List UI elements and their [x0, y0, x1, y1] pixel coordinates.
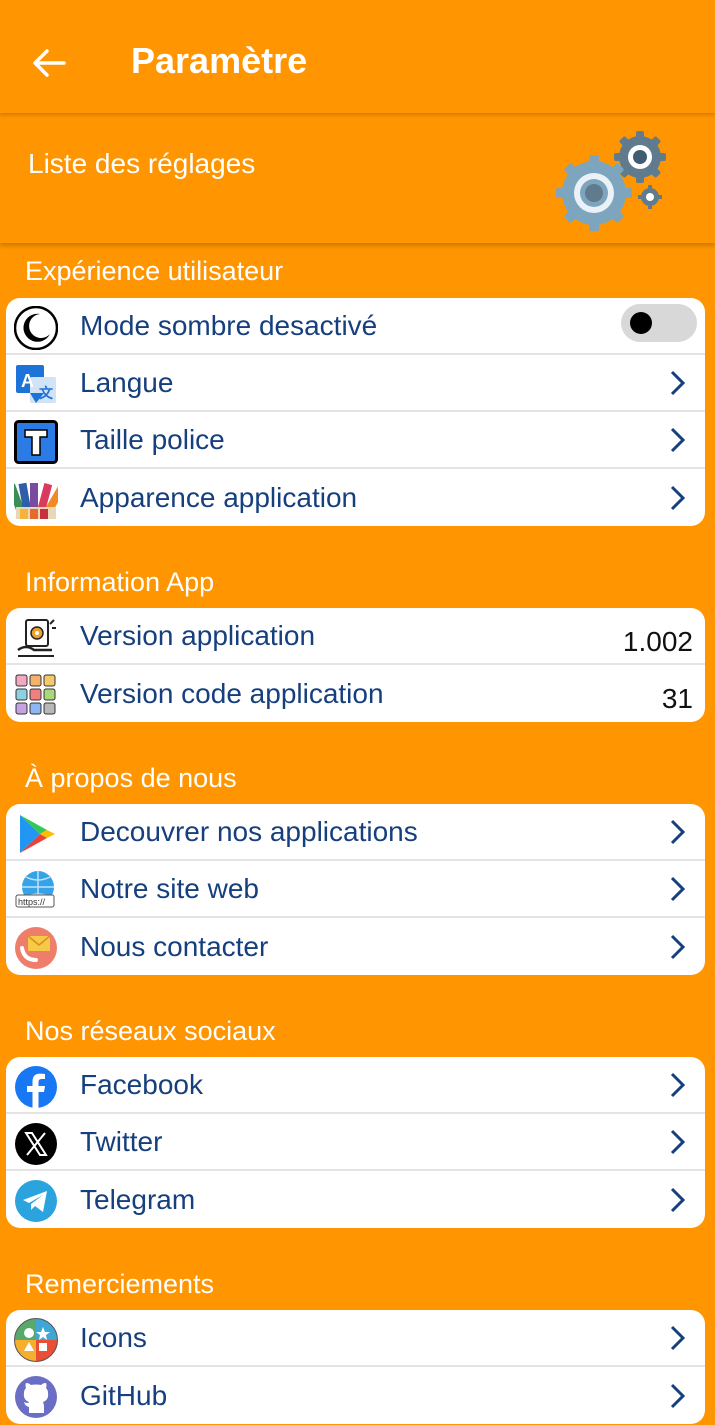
- chevron-right-icon: [670, 934, 686, 959]
- font-size-row[interactable]: Taille police: [6, 412, 705, 469]
- banner-text: Liste des réglages: [28, 148, 256, 179]
- translate-icon: A 文: [16, 365, 56, 403]
- chevron-right-icon: [670, 427, 686, 452]
- discover-apps-row[interactable]: Decouvrer nos applications: [6, 804, 705, 861]
- chevron-right-icon: [670, 1072, 686, 1097]
- grid-code-icon: [15, 674, 56, 715]
- moon-icon: [14, 306, 58, 350]
- app-version-icon: [17, 619, 56, 657]
- icons-credit-icon: [14, 1318, 58, 1362]
- version-code-label: Version code application: [80, 677, 384, 709]
- chevron-right-icon: [670, 1129, 686, 1154]
- app-version-label: Version application: [80, 619, 316, 651]
- chevron-right-icon: [670, 876, 686, 901]
- website-label: Notre site web: [80, 872, 259, 904]
- globe-https-icon: https://: [15, 871, 55, 908]
- version-code-value: 31: [661, 683, 693, 714]
- gears-icon: [556, 131, 666, 231]
- card-thanks: Icons GitHub: [6, 1310, 705, 1424]
- section-title-thanks: Remerciements: [25, 1269, 215, 1299]
- chevron-right-icon: [670, 1325, 686, 1350]
- palette-icon: [14, 482, 58, 519]
- github-label: GitHub: [80, 1379, 168, 1411]
- icons-credit-row[interactable]: Icons: [6, 1310, 705, 1367]
- twitter-label: Twitter: [80, 1125, 163, 1157]
- twitter-row[interactable]: Twitter: [6, 1114, 705, 1171]
- arrow-left-icon: [33, 49, 66, 77]
- github-icon: [15, 1376, 57, 1418]
- dark-mode-label: Mode sombre desactivé: [80, 309, 378, 341]
- chevron-right-icon: [670, 1383, 686, 1408]
- play-store-icon: [20, 815, 55, 853]
- font-size-label: Taille police: [80, 423, 225, 455]
- chevron-right-icon: [670, 1187, 686, 1212]
- app-bar: Paramètre: [0, 0, 715, 113]
- telegram-icon: [15, 1180, 57, 1222]
- facebook-label: Facebook: [80, 1068, 203, 1100]
- font-size-icon: [14, 420, 58, 464]
- language-label: Langue: [80, 366, 174, 398]
- contact-label: Nous contacter: [80, 930, 269, 962]
- facebook-icon: [15, 1066, 57, 1108]
- settings-banner: Liste des réglages: [0, 115, 715, 243]
- svg-text:https://: https://: [18, 897, 46, 907]
- contact-mail-icon: [15, 927, 57, 969]
- dark-mode-row[interactable]: Mode sombre desactivé: [6, 298, 705, 355]
- chevron-right-icon: [670, 370, 686, 395]
- facebook-row[interactable]: Facebook: [6, 1057, 705, 1114]
- telegram-row[interactable]: Telegram: [6, 1171, 705, 1228]
- appearance-row[interactable]: Apparence application: [6, 469, 705, 526]
- github-row[interactable]: GitHub: [6, 1367, 705, 1424]
- section-title-social: Nos réseaux sociaux: [25, 1016, 276, 1046]
- telegram-label: Telegram: [80, 1183, 196, 1215]
- section-title-about-us: À propos de nous: [25, 763, 237, 793]
- section-title-app-info: Information App: [25, 567, 215, 597]
- website-row[interactable]: https:// Notre site web: [6, 861, 705, 918]
- language-row[interactable]: A 文 Langue: [6, 355, 705, 412]
- app-version-row: Version application 1.002: [6, 608, 705, 665]
- x-twitter-icon: [15, 1123, 57, 1165]
- section-title-user-experience: Expérience utilisateur: [25, 256, 284, 286]
- discover-apps-label: Decouvrer nos applications: [80, 815, 418, 847]
- chevron-right-icon: [670, 485, 686, 510]
- version-code-row: Version code application 31: [6, 665, 705, 722]
- chevron-right-icon: [670, 819, 686, 844]
- dark-mode-toggle[interactable]: [621, 304, 697, 342]
- page-title: Paramètre: [131, 40, 308, 81]
- svg-text:文: 文: [39, 385, 54, 401]
- card-social: Facebook Twitter Telegram: [6, 1057, 705, 1228]
- card-app-info: Version application 1.002 Version code a…: [6, 608, 705, 722]
- card-about-us: Decouvrer nos applications https:// Notr…: [6, 804, 705, 975]
- back-button[interactable]: [22, 36, 76, 90]
- contact-row[interactable]: Nous contacter: [6, 918, 705, 975]
- toggle-knob: [630, 312, 652, 334]
- svg-text:A: A: [21, 371, 34, 391]
- app-version-value: 1.002: [622, 626, 693, 657]
- icons-credit-label: Icons: [80, 1321, 147, 1353]
- appearance-label: Apparence application: [80, 481, 358, 513]
- card-user-experience: Mode sombre desactivé A 文 Langue Taille …: [6, 298, 705, 526]
